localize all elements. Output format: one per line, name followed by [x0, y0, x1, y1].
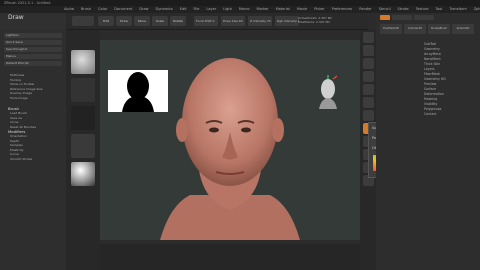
shelf-move-button[interactable]: Move — [134, 16, 150, 26]
menu-marker[interactable]: Marker — [257, 6, 269, 13]
shelf-slider[interactable]: Rgb Intensity 100 — [275, 16, 299, 26]
left-button[interactable]: Quick Save — [4, 40, 62, 45]
brush-thumbnail[interactable] — [71, 50, 95, 74]
tool-thumbnail[interactable]: Sphere3D — [452, 24, 474, 34]
alpha-thumbnail[interactable] — [71, 106, 95, 130]
reference-item[interactable]: Tools Image — [0, 96, 66, 101]
menu-stroke[interactable]: Stroke — [398, 6, 409, 13]
tool-thumbnail[interactable]: Cylinder3D — [404, 24, 426, 34]
menu-texture[interactable]: Texture — [416, 6, 429, 13]
point-stat: TotalPoints: 2.307 Mil — [298, 20, 330, 24]
menu-light[interactable]: Light — [223, 6, 232, 13]
left-button[interactable]: Lightbox — [4, 33, 62, 38]
navigation-preview[interactable] — [315, 75, 341, 109]
left-button[interactable]: See-through 0 — [4, 47, 62, 52]
tool-thumbnail[interactable]: PolyMesh3D — [380, 24, 402, 34]
menu-dynamics[interactable]: Dynamics — [156, 6, 173, 13]
menu-file[interactable]: File — [194, 6, 200, 13]
texture-thumbnail[interactable] — [71, 134, 95, 158]
left-section-item[interactable]: Smooth Stroke — [0, 157, 66, 162]
silhouette-reference — [108, 70, 168, 112]
shelf-draw-button[interactable]: Draw — [116, 16, 132, 26]
save-tool-button[interactable] — [414, 15, 434, 20]
menu-alpha[interactable]: Alpha — [64, 6, 74, 13]
shelf-slider[interactable]: Draw Size 64 — [221, 16, 245, 26]
shelf-icon[interactable] — [362, 97, 374, 108]
menu-movie[interactable]: Movie — [297, 6, 307, 13]
menu-preferences[interactable]: Preferences — [332, 6, 353, 13]
bottom-shelf — [100, 244, 360, 270]
menu-color[interactable]: Color — [98, 6, 107, 13]
load-tool-button[interactable] — [392, 15, 412, 20]
menu-document[interactable]: Document — [114, 6, 132, 13]
menu-bar: Alpha Brush Color Document Draw Dynamics Edit F… — [0, 6, 480, 13]
shelf-slider[interactable]: Z Intensity 25 — [248, 16, 272, 26]
menu-zplugin[interactable]: Zplugin — [474, 6, 480, 13]
left-button[interactable]: Default ZScript — [4, 61, 62, 66]
menu-layer[interactable]: Layer — [206, 6, 216, 13]
shelf-scale-button[interactable]: Scale — [152, 16, 168, 26]
shelf-icon[interactable] — [362, 71, 374, 82]
stroke-thumbnail[interactable] — [71, 78, 95, 102]
shelf-icon[interactable] — [362, 32, 374, 43]
shelf-icon[interactable] — [362, 45, 374, 56]
menu-material[interactable]: Material — [276, 6, 290, 13]
menu-draw[interactable]: Draw — [139, 6, 148, 13]
menu-render[interactable]: Render — [359, 6, 371, 13]
tool-palette: PolyMesh3D Cylinder3D SimpleBrush Sphere3D … — [376, 13, 480, 270]
menu-tool[interactable]: Tool — [436, 6, 443, 13]
menu-picker[interactable]: Picker — [314, 6, 324, 13]
shelf-icon[interactable] — [362, 58, 374, 69]
lightbox-button[interactable] — [72, 16, 94, 26]
shelf-slider[interactable]: Focal Shift 0 — [194, 16, 218, 26]
left-button[interactable]: Menus — [4, 54, 62, 59]
shelf-icon[interactable] — [362, 84, 374, 95]
menu-brush[interactable]: Brush — [81, 6, 91, 13]
palette-title: Draw — [8, 14, 24, 21]
left-palette: Lightbox Quick Save See-through 0 Menus Defa… — [0, 30, 66, 270]
menu-stencil[interactable]: Stencil — [379, 6, 391, 13]
menu-macro[interactable]: Macro — [239, 6, 250, 13]
tool-thumbnail[interactable]: SimpleBrush — [428, 24, 450, 34]
accent-button[interactable] — [380, 15, 390, 20]
menu-edit[interactable]: Edit — [180, 6, 187, 13]
shelf-icon[interactable] — [362, 110, 374, 121]
left-shelf — [66, 30, 100, 270]
material-thumbnail[interactable] — [71, 162, 95, 186]
tool-section-contact[interactable]: Contact — [376, 112, 480, 117]
shelf-rotate-button[interactable]: Rotate — [170, 16, 186, 26]
menu-transform[interactable]: Transform — [449, 6, 466, 13]
top-shelf: Edit Draw Move Scale Rotate Focal Shift 0 Dra… — [66, 13, 368, 30]
window-title: ZBrush 2021.5.1 - Untitled — [4, 1, 51, 5]
shelf-edit-button[interactable]: Edit — [98, 16, 114, 26]
